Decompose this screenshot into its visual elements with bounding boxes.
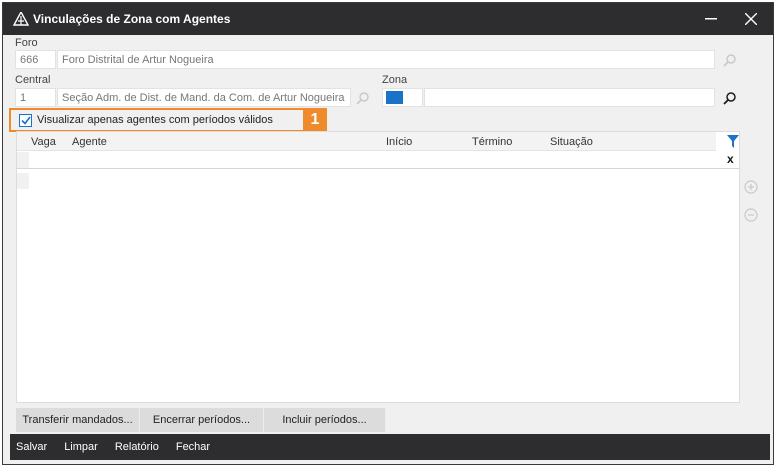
valid-periods-checkbox-row[interactable]: Visualizar apenas agentes com períodos v… [9, 108, 305, 132]
search-icon[interactable] [722, 52, 738, 68]
include-periods-button[interactable]: Incluir períodos... [264, 408, 386, 432]
filter-row-selector [17, 152, 29, 168]
row-selector[interactable] [17, 173, 29, 189]
close-button[interactable] [731, 3, 771, 35]
close-link[interactable]: Fechar [176, 441, 210, 453]
grid-filter-row[interactable]: x [17, 151, 739, 169]
footer-bar: Salvar Limpar Relatório Fechar [10, 434, 770, 460]
agents-grid[interactable]: Vaga Agente Início Término Situação x [16, 131, 740, 403]
foro-label: Foro [15, 37, 38, 49]
zona-color-swatch [386, 91, 403, 104]
action-bar: Transferir mandados... Encerrar períodos… [16, 408, 386, 432]
plus-circle-icon[interactable] [743, 179, 759, 195]
central-name-field[interactable]: Seção Adm. de Dist. de Mand. da Com. de … [57, 88, 351, 107]
valid-periods-checkbox[interactable] [19, 113, 32, 127]
minus-circle-icon[interactable] [743, 207, 759, 223]
column-header-inicio[interactable]: Início [386, 136, 412, 148]
window-title: Vinculações de Zona com Agentes [33, 12, 231, 26]
funnel-icon[interactable] [725, 134, 741, 150]
grid-header: Vaga Agente Início Término Situação [17, 132, 716, 151]
valid-periods-label: Visualizar apenas agentes com períodos v… [37, 114, 273, 126]
zona-name-field[interactable] [424, 88, 715, 107]
column-header-vaga[interactable]: Vaga [31, 136, 56, 148]
search-icon[interactable] [722, 90, 738, 106]
callout-badge: 1 [303, 108, 327, 132]
checkmark-icon [20, 116, 31, 125]
zona-label: Zona [382, 74, 408, 86]
save-link[interactable]: Salvar [16, 441, 47, 453]
foro-name-field[interactable]: Foro Distrital de Artur Nogueira [57, 50, 715, 69]
transfer-mandates-button[interactable]: Transferir mandados... [16, 408, 140, 432]
column-header-agente[interactable]: Agente [72, 136, 107, 148]
app-logo-icon [12, 10, 30, 26]
central-label: Central [15, 74, 51, 86]
minimize-button[interactable] [691, 3, 731, 35]
search-icon[interactable] [355, 90, 371, 106]
column-header-termino[interactable]: Término [472, 136, 512, 148]
dialog-window: Vinculações de Zona com Agentes Foro 666… [2, 2, 774, 465]
column-header-situacao[interactable]: Situação [550, 136, 593, 148]
report-link[interactable]: Relatório [115, 441, 159, 453]
clear-link[interactable]: Limpar [64, 441, 98, 453]
zona-color-field[interactable] [382, 88, 423, 107]
title-bar: Vinculações de Zona com Agentes [3, 3, 773, 35]
central-code-field[interactable]: 1 [15, 88, 56, 107]
foro-code-field[interactable]: 666 [15, 50, 56, 69]
clear-filter-button[interactable]: x [727, 152, 734, 166]
close-periods-button[interactable]: Encerrar períodos... [140, 408, 264, 432]
